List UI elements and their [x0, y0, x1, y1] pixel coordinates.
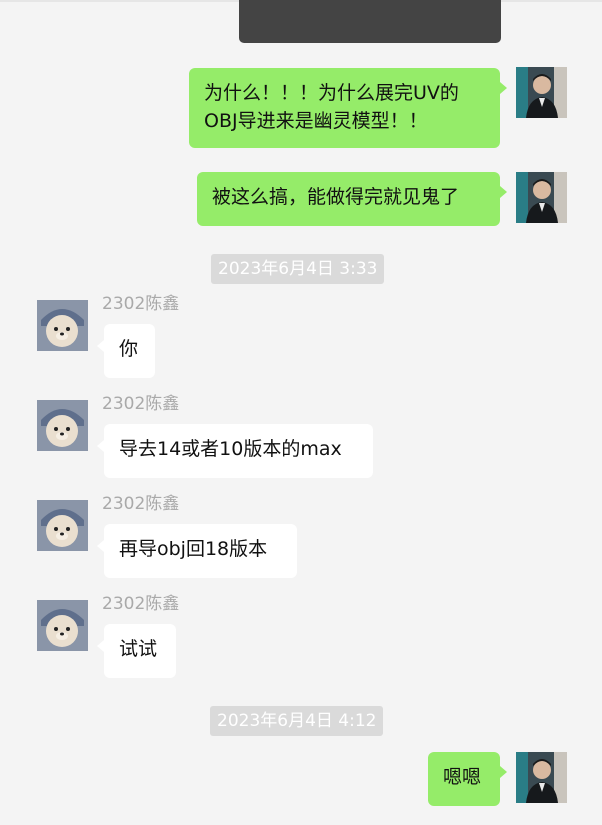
message-text: 试试	[119, 638, 158, 660]
person-avatar-icon	[516, 67, 567, 118]
self-avatar[interactable]	[516, 67, 567, 118]
message-text: 你	[119, 338, 139, 360]
message-text: 嗯嗯	[443, 766, 482, 788]
teddy-bear-avatar-icon	[37, 600, 88, 651]
message-bubble-contact[interactable]: 导去14或者10版本的max	[97, 424, 373, 478]
teddy-bear-avatar-icon	[37, 300, 88, 351]
contact-avatar[interactable]	[37, 600, 88, 651]
message-bubble-self[interactable]: 被这么搞，能做得完就见鬼了	[197, 172, 507, 226]
sender-name: 2302陈鑫	[102, 594, 180, 614]
contact-avatar[interactable]	[37, 500, 88, 551]
message-text: 为什么！！！为什么展完UV的 OBJ导进来是幽灵模型！！	[204, 82, 459, 132]
message-bubble-contact[interactable]: 你	[97, 324, 155, 378]
timestamp: 2023年6月4日 4:12	[210, 706, 384, 736]
teddy-bear-avatar-icon	[37, 500, 88, 551]
self-avatar[interactable]	[516, 172, 567, 223]
previous-message-card[interactable]	[239, 0, 501, 43]
timestamp: 2023年6月4日 3:33	[211, 254, 385, 284]
teddy-bear-avatar-icon	[37, 400, 88, 451]
message-text: 再导obj回18版本	[119, 538, 268, 560]
message-bubble-self[interactable]: 为什么！！！为什么展完UV的 OBJ导进来是幽灵模型！！	[189, 68, 507, 148]
person-avatar-icon	[516, 172, 567, 223]
sender-name: 2302陈鑫	[102, 494, 180, 514]
message-bubble-contact[interactable]: 试试	[97, 624, 176, 678]
message-bubble-contact[interactable]: 再导obj回18版本	[97, 524, 297, 578]
contact-avatar[interactable]	[37, 400, 88, 451]
self-avatar[interactable]	[516, 752, 567, 803]
sender-name: 2302陈鑫	[102, 394, 180, 414]
message-text: 导去14或者10版本的max	[119, 438, 342, 460]
contact-avatar[interactable]	[37, 300, 88, 351]
person-avatar-icon	[516, 752, 567, 803]
message-text: 被这么搞，能做得完就见鬼了	[212, 186, 460, 208]
sender-name: 2302陈鑫	[102, 294, 180, 314]
message-bubble-self[interactable]: 嗯嗯	[428, 752, 507, 806]
